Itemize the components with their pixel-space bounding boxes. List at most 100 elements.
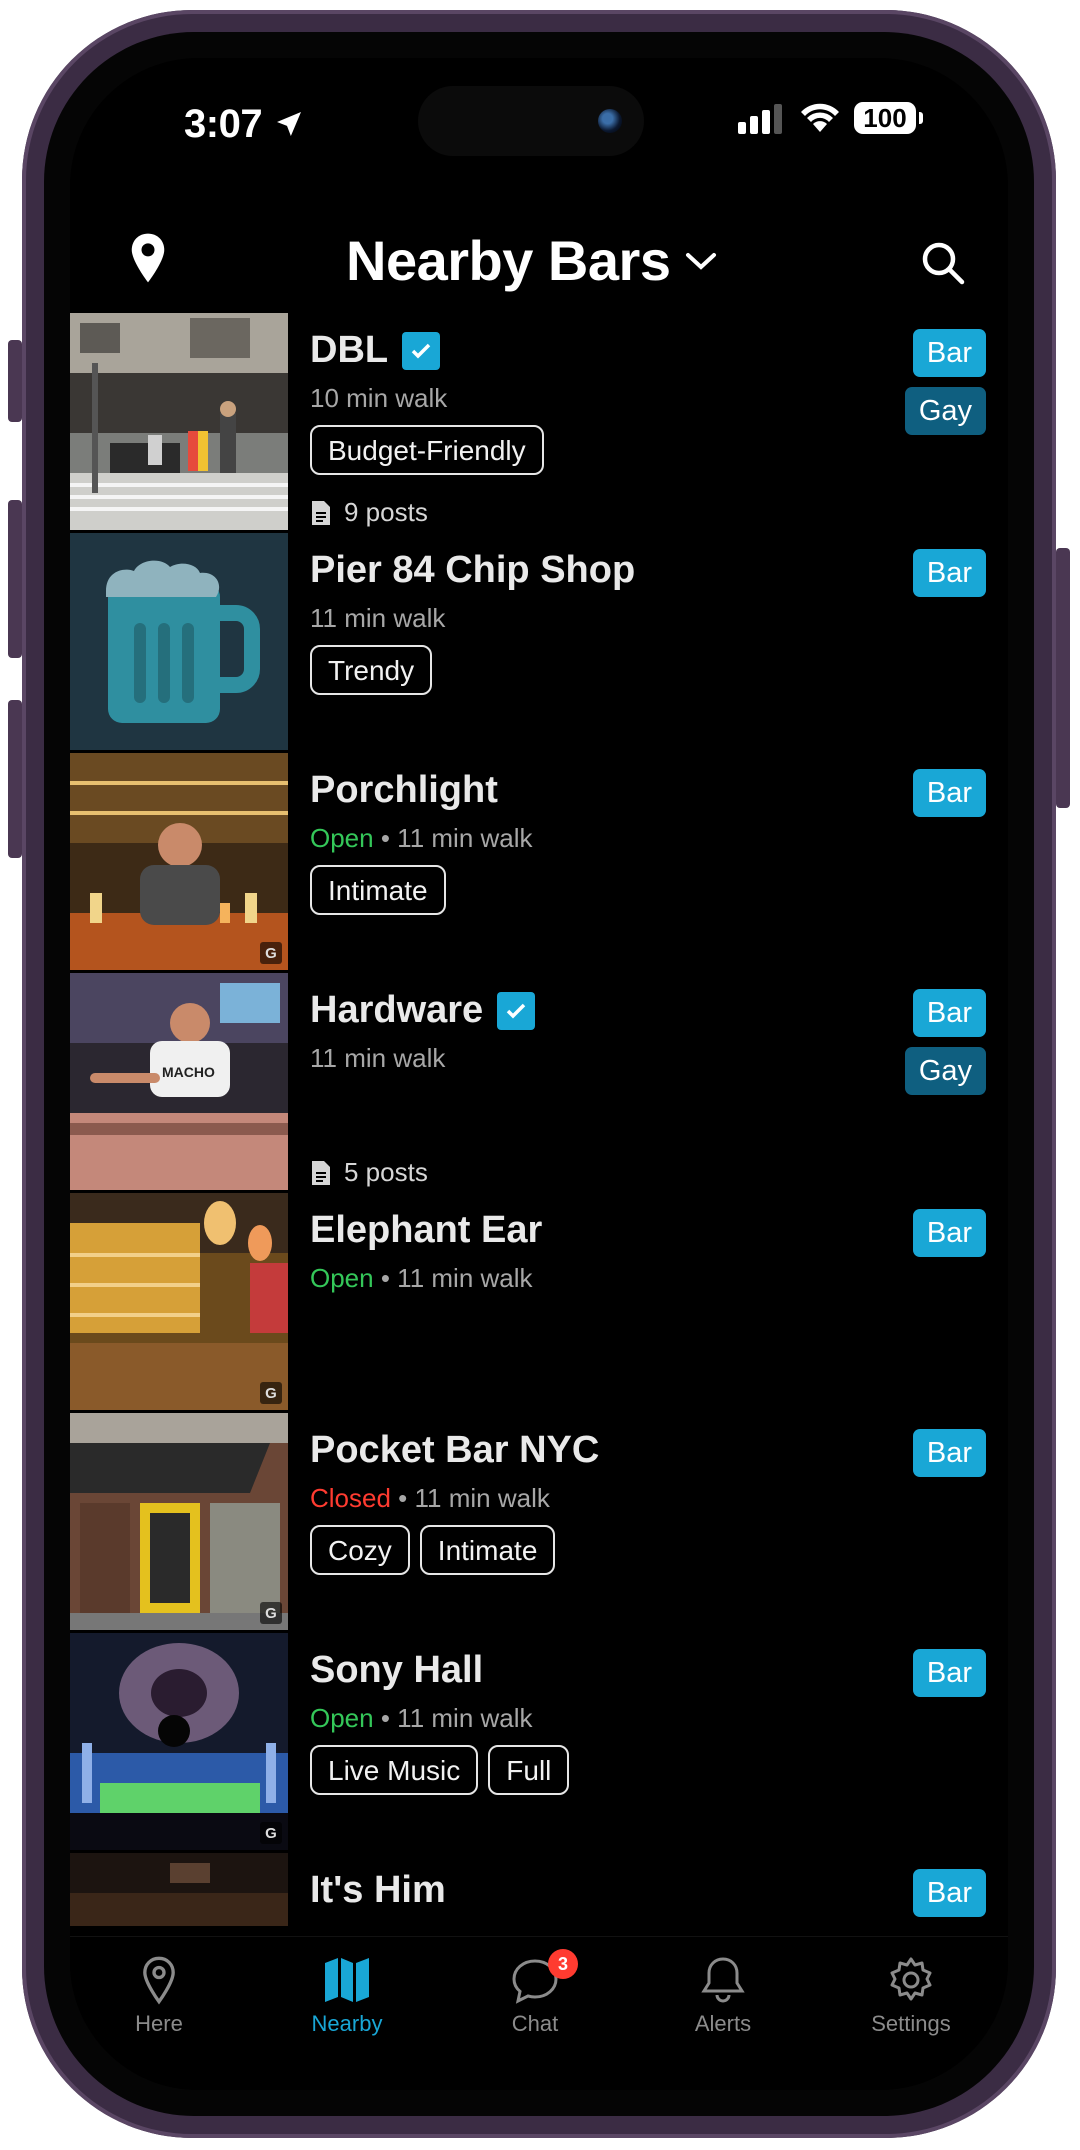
tab-label: Alerts [694, 2011, 752, 2036]
list-item[interactable]: G Elephant Ear Open • 11 min walk Bar [70, 1193, 1008, 1413]
list-item[interactable]: G Pocket Bar NYC Closed • 11 min walk Co… [70, 1413, 1008, 1633]
place-photo [70, 313, 288, 530]
header: Nearby Bars [70, 218, 1008, 318]
volume-up-button [8, 500, 22, 658]
place-name-row: It's Him [310, 1869, 446, 1912]
bar-list[interactable]: DBL 10 min walk Budget-Friendly 9 posts … [70, 313, 1008, 1926]
walk-time: 10 min walk [310, 383, 448, 413]
walk-info: Closed • 11 min walk [310, 1483, 550, 1513]
tag: Intimate [419, 1525, 556, 1575]
camera-icon [598, 109, 622, 133]
place-name: Porchlight [310, 769, 498, 811]
category-badges: Bar [912, 549, 986, 597]
tab-settings[interactable]: Settings [836, 1955, 986, 2037]
place-name-row: Elephant Ear [310, 1209, 542, 1252]
tab-nearby[interactable]: Nearby [272, 1955, 422, 2037]
category-badges: Bar Gay [904, 989, 986, 1095]
place-name-row: Pier 84 Chip Shop [310, 549, 635, 592]
map-icon [325, 1958, 369, 2002]
list-item[interactable]: G Sony Hall Open • 11 min walk Live Musi… [70, 1633, 1008, 1853]
place-name: Pier 84 Chip Shop [310, 549, 636, 591]
bell-icon [701, 1957, 745, 2003]
place-name-row: Hardware [310, 989, 536, 1032]
tag-list: Live Music Full [310, 1745, 570, 1795]
place-name: DBL [310, 329, 389, 371]
tag-list: Trendy [310, 645, 433, 695]
tab-bar: Here Nearby 3 Chat Alerts Settings [70, 1936, 1008, 2090]
place-name-row: Pocket Bar NYC [310, 1429, 599, 1472]
category-badges: Bar [912, 769, 986, 817]
place-photo: G [70, 1413, 288, 1630]
tag: Budget-Friendly [310, 425, 544, 475]
verified-check-icon [402, 331, 441, 370]
list-item[interactable]: G Porchlight Open • 11 min walk Intimate… [70, 753, 1008, 973]
chevron-down-icon [686, 252, 717, 270]
page-title: Nearby Bars [346, 229, 671, 292]
place-photo: G [70, 753, 288, 970]
tag-list: Intimate [310, 865, 446, 915]
place-name: It's Him [310, 1869, 446, 1911]
battery-indicator: 100 [854, 102, 923, 134]
post-count-label: 9 posts [344, 497, 428, 527]
place-photo: G [70, 1193, 288, 1410]
category-badge: Bar [912, 1649, 986, 1697]
action-button [8, 340, 22, 422]
google-badge: G [260, 1602, 282, 1624]
category-badges: Bar [912, 1209, 986, 1257]
tag-list: Cozy Intimate [310, 1525, 556, 1575]
place-name: Hardware [310, 989, 484, 1031]
google-badge: G [260, 1382, 282, 1404]
search-icon[interactable] [920, 240, 966, 286]
status-indicators: 100 [738, 102, 923, 134]
tab-here[interactable]: Here [84, 1955, 234, 2037]
list-item[interactable]: MACHO Hardware 11 min walk 5 posts Bar G… [70, 973, 1008, 1193]
walk-info: 10 min walk [310, 383, 447, 414]
place-name-row: Sony Hall [310, 1649, 483, 1692]
place-photo [70, 533, 288, 750]
location-pin-icon[interactable] [128, 232, 168, 284]
walk-info: 11 min walk [310, 603, 445, 634]
location-arrow-icon [277, 112, 301, 136]
walk-time: 11 min walk [397, 1263, 533, 1293]
walk-info: Open • 11 min walk [310, 1263, 533, 1293]
post-count: 9 posts [310, 497, 428, 528]
place-photo: G [70, 1633, 288, 1850]
walk-info: 11 min walk [310, 1043, 445, 1074]
tag: Trendy [310, 645, 433, 695]
pin-icon [143, 1956, 175, 2005]
category-badge: Bar [912, 1429, 986, 1477]
location-selector[interactable]: Nearby Bars [346, 228, 718, 293]
dynamic-island [418, 86, 644, 156]
verified-check-icon [497, 991, 536, 1030]
category-badge: Gay [904, 387, 986, 435]
category-badge: Bar [912, 1869, 986, 1917]
tab-label: Nearby [311, 2011, 383, 2036]
open-status: Open [310, 1703, 374, 1733]
walk-time: 11 min walk [310, 603, 446, 633]
tab-chat[interactable]: 3 Chat [460, 1949, 610, 2037]
app-screen: 3:07 100 Nearby Bars DBL 10 min walk Bud… [70, 58, 1008, 2090]
list-item[interactable]: Pier 84 Chip Shop 11 min walk Trendy Bar [70, 533, 1008, 753]
category-badge: Bar [912, 329, 986, 377]
status-time: 3:07 [184, 102, 263, 146]
open-status: Open [310, 823, 374, 853]
google-badge: G [260, 942, 282, 964]
document-icon [312, 1160, 330, 1185]
category-badges: Bar [912, 1649, 986, 1697]
category-badge: Gay [904, 1047, 986, 1095]
closed-status: Closed [310, 1483, 391, 1513]
list-item[interactable]: It's Him Bar [70, 1853, 1008, 1926]
category-badges: Bar Gay [904, 329, 986, 435]
volume-down-button [8, 700, 22, 858]
walk-info: Open • 11 min walk [310, 823, 533, 853]
place-photo [70, 1853, 288, 1926]
tag: Cozy [310, 1525, 410, 1575]
tab-alerts[interactable]: Alerts [648, 1955, 798, 2037]
tab-label: Chat [511, 2011, 559, 2036]
wifi-icon [801, 103, 839, 132]
walk-time: 11 min walk [310, 1043, 446, 1073]
signal-icon [738, 104, 782, 134]
list-item[interactable]: DBL 10 min walk Budget-Friendly 9 posts … [70, 313, 1008, 533]
tab-label: Settings [871, 2011, 951, 2036]
place-name-row: DBL [310, 329, 441, 372]
